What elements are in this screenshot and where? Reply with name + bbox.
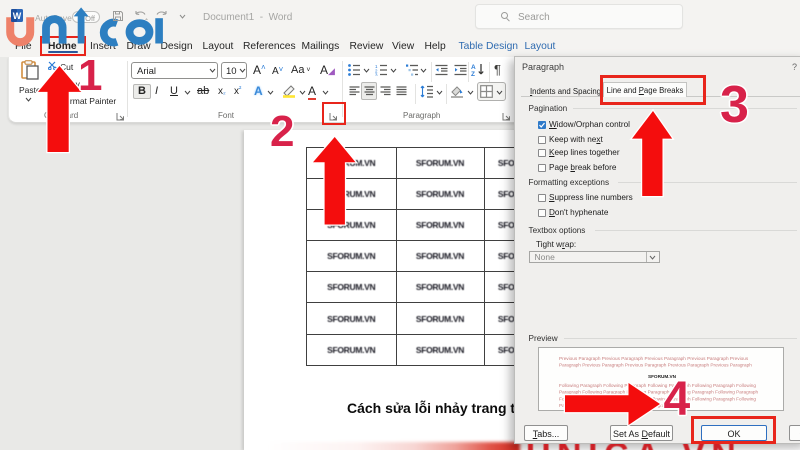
svg-text:A: A — [471, 64, 476, 71]
svg-text:Z: Z — [471, 71, 475, 77]
svg-text:W: W — [13, 11, 22, 21]
svg-text:3: 3 — [375, 73, 378, 77]
